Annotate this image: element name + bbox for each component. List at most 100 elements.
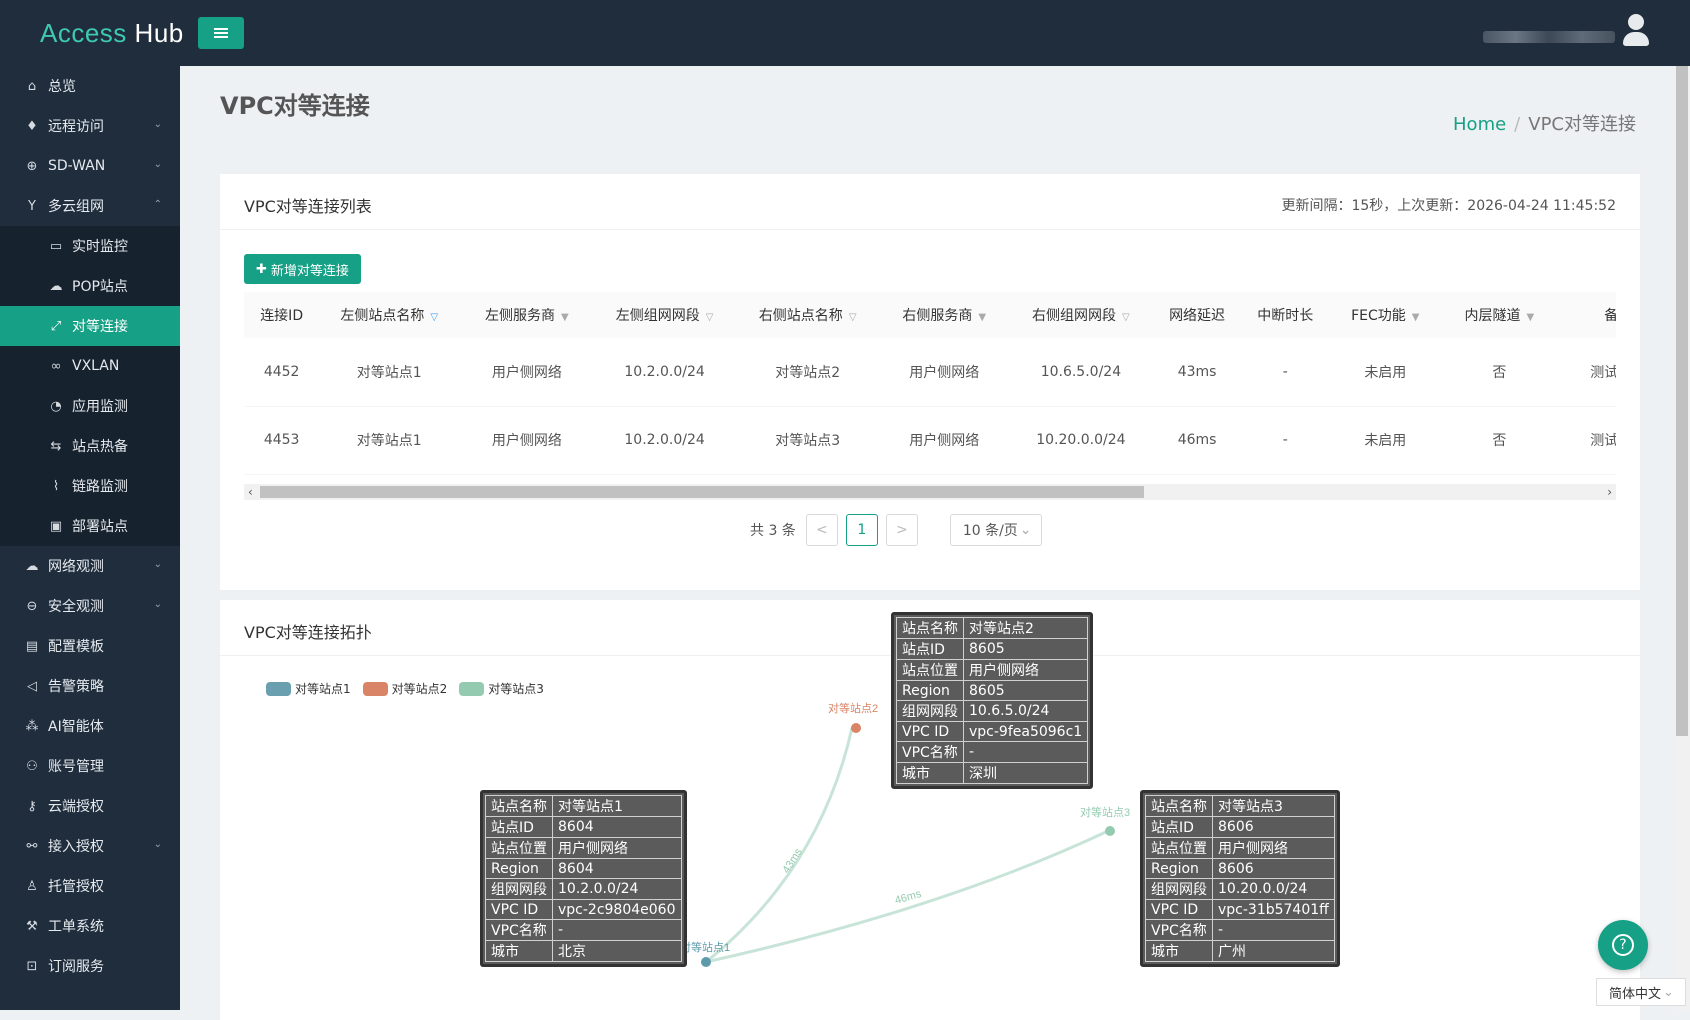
sidebar: ⌂ 总览 ♦ 远程访问 ⌄ ⊕ SD-WAN ⌄ Y 多云组网 ⌃ ▭ 实时监控 ☁ POP站点 …	[0, 66, 180, 1010]
sidebar-item-network-observe[interactable]: ☁ 网络观测 ⌄	[0, 546, 180, 586]
table-horizontal-scrollbar[interactable]: ‹ ›	[244, 484, 1616, 500]
sidebar-item-label: 工单系统	[48, 919, 104, 935]
prev-page-button[interactable]: <	[805, 514, 838, 546]
table-row[interactable]: 4453 对等站点1 用户侧网络 10.2.0.0/24 对等站点3 用户侧网络…	[244, 406, 1616, 475]
sidebar-item-label: SD-WAN	[48, 158, 106, 174]
add-peering-button[interactable]: ✚ 新增对等连接	[244, 254, 361, 284]
filter-icon[interactable]: ▽	[1122, 312, 1130, 323]
sidebar-item-ai-agent[interactable]: ⁂ AI智能体	[0, 706, 180, 746]
scrollbar-thumb[interactable]	[260, 486, 1144, 498]
sidebar-item-link-monitor[interactable]: ⌇ 链路监测	[0, 466, 180, 506]
sidebar-item-label: POP站点	[72, 279, 128, 295]
filter-icon[interactable]: ▼	[1526, 312, 1534, 323]
table-cell: 用户侧网络	[880, 406, 1008, 475]
page-vertical-scrollbar[interactable]	[1674, 66, 1690, 1010]
table-cell: 10.2.0.0/24	[594, 406, 735, 475]
tooltip-key: Region	[485, 858, 553, 879]
rocket-icon: ♦	[26, 118, 38, 134]
tooltip-value: 8604	[552, 816, 682, 838]
filter-icon[interactable]: ▼	[978, 312, 986, 323]
sidebar-item-site-standby[interactable]: ⇆ 站点热备	[0, 426, 180, 466]
sidebar-item-ticket-system[interactable]: ⚒ 工单系统	[0, 906, 180, 946]
scrollbar-thumb[interactable]	[1676, 66, 1688, 736]
breadcrumb-home-link[interactable]: Home	[1453, 114, 1506, 135]
tooltip-value: 10.2.0.0/24	[552, 878, 682, 900]
chevron-down-icon: ⌄	[1663, 984, 1674, 1000]
hamburger-icon	[214, 32, 228, 34]
language-select[interactable]: 简体中文 ⌄	[1596, 978, 1686, 1006]
user-avatar-icon[interactable]	[1620, 14, 1650, 48]
bell-icon: ◁	[27, 678, 37, 694]
filter-icon[interactable]: ▼	[561, 312, 569, 323]
table-cell: 4452	[244, 338, 320, 407]
tooltip-key: 站点位置	[485, 837, 553, 859]
username-redacted[interactable]	[1483, 31, 1615, 43]
tooltip-key: 城市	[896, 762, 964, 784]
node-label: 对等站点1	[680, 940, 730, 954]
scroll-right-icon[interactable]: ›	[1607, 484, 1612, 500]
table-cell: 用户侧网络	[880, 338, 1008, 407]
user-group-icon: ⚇	[26, 758, 38, 774]
filter-icon[interactable]: ▽	[430, 312, 438, 323]
tooltip-key: 城市	[1145, 940, 1213, 962]
sidebar-item-label: 总览	[48, 79, 76, 95]
sidebar-item-subscription[interactable]: ⊡ 订阅服务	[0, 946, 180, 986]
page-number-button[interactable]: 1	[845, 514, 878, 546]
sidebar-item-label: 对等连接	[72, 319, 128, 335]
filter-icon[interactable]: ▼	[1412, 312, 1420, 323]
sidebar-item-app-monitor[interactable]: ◔ 应用监测	[0, 386, 180, 426]
tooltip-key: VPC ID	[1145, 899, 1213, 920]
column-header[interactable]: 右侧服务商 ▼	[880, 292, 1008, 338]
column-header[interactable]: 左侧站点名称 ▽	[319, 292, 460, 338]
menu-toggle-button[interactable]	[198, 17, 244, 49]
sidebar-submenu-multicloud: ▭ 实时监控 ☁ POP站点 ⤢ 对等连接 ∞ VXLAN ◔ 应用监测 ⇆ 站点热备 ⌇ 链…	[0, 226, 180, 546]
next-page-button[interactable]: >	[885, 514, 918, 546]
tooltip-key: 站点ID	[485, 816, 553, 838]
sidebar-item-alert-policy[interactable]: ◁ 告警策略	[0, 666, 180, 706]
tooltip-key: 站点ID	[1145, 816, 1213, 838]
filter-icon[interactable]: ▽	[849, 312, 857, 323]
sidebar-item-hosted-auth[interactable]: ♙ 托管授权	[0, 866, 180, 906]
table-cell: 否	[1440, 338, 1559, 407]
table-row[interactable]: 4452 对等站点1 用户侧网络 10.2.0.0/24 对等站点2 用户侧网络…	[244, 338, 1616, 407]
column-header[interactable]: 右侧站点名称 ▽	[734, 292, 881, 338]
pagination: 共 3 条 < 1 > 10 条/页 ⌄	[750, 514, 1042, 546]
sidebar-item-config-template[interactable]: ▤ 配置模板	[0, 626, 180, 666]
sidebar-item-deploy-site[interactable]: ▣ 部署站点	[0, 506, 180, 546]
sidebar-item-multicloud[interactable]: Y 多云组网 ⌃	[0, 186, 180, 226]
sidebar-item-pop-site[interactable]: ☁ POP站点	[0, 266, 180, 306]
scroll-left-icon[interactable]: ‹	[248, 484, 253, 500]
tooltip-value: 8606	[1212, 816, 1335, 838]
table-cell: -	[1240, 338, 1331, 407]
sidebar-item-security-observe[interactable]: ⊖ 安全观测 ⌄	[0, 586, 180, 626]
monitor-icon: ▭	[49, 238, 63, 254]
sidebar-item-sdwan[interactable]: ⊕ SD-WAN ⌄	[0, 146, 180, 186]
filter-icon[interactable]: ▽	[706, 312, 714, 323]
column-header[interactable]: 左侧服务商 ▼	[459, 292, 595, 338]
sidebar-item-realtime-monitor[interactable]: ▭ 实时监控	[0, 226, 180, 266]
sidebar-item-account-manage[interactable]: ⚇ 账号管理	[0, 746, 180, 786]
chevron-down-icon: ⌄	[153, 839, 162, 850]
sidebar-item-access-auth[interactable]: ⚯ 接入授权 ⌄	[0, 826, 180, 866]
logo-text-access: Access	[40, 18, 127, 48]
sidebar-item-label: 多云组网	[48, 199, 104, 215]
tooltip-key: 站点名称	[1145, 795, 1213, 817]
page-size-select[interactable]: 10 条/页 ⌄	[949, 514, 1042, 546]
help-button[interactable]: ?	[1598, 920, 1648, 970]
column-header[interactable]: 左侧组网网段 ▽	[594, 292, 735, 338]
sidebar-item-cloud-auth[interactable]: ⚷ 云端授权	[0, 786, 180, 826]
sidebar-item-vxlan[interactable]: ∞ VXLAN	[0, 346, 180, 386]
sidebar-item-remote-access[interactable]: ♦ 远程访问 ⌄	[0, 106, 180, 146]
table-cell: 用户侧网络	[459, 338, 595, 407]
sidebar-item-overview[interactable]: ⌂ 总览	[0, 66, 180, 106]
sidebar-item-peering[interactable]: ⤢ 对等连接	[0, 306, 180, 346]
chevron-down-icon: ⌄	[153, 159, 162, 170]
column-header[interactable]: FEC功能 ▼	[1330, 292, 1441, 338]
column-header[interactable]: 右侧组网网段 ▽	[1007, 292, 1155, 338]
tooltip-key: VPC名称	[896, 741, 964, 763]
edge-label: 43ms	[780, 846, 805, 876]
app-logo[interactable]: Access Hub	[40, 18, 184, 49]
tooltip-value: 用户侧网络	[1212, 837, 1335, 859]
card-header: VPC对等连接列表 更新间隔：15秒，上次更新：2026-04-24 11:45…	[220, 174, 1640, 230]
column-header[interactable]: 内层隧道 ▼	[1440, 292, 1559, 338]
